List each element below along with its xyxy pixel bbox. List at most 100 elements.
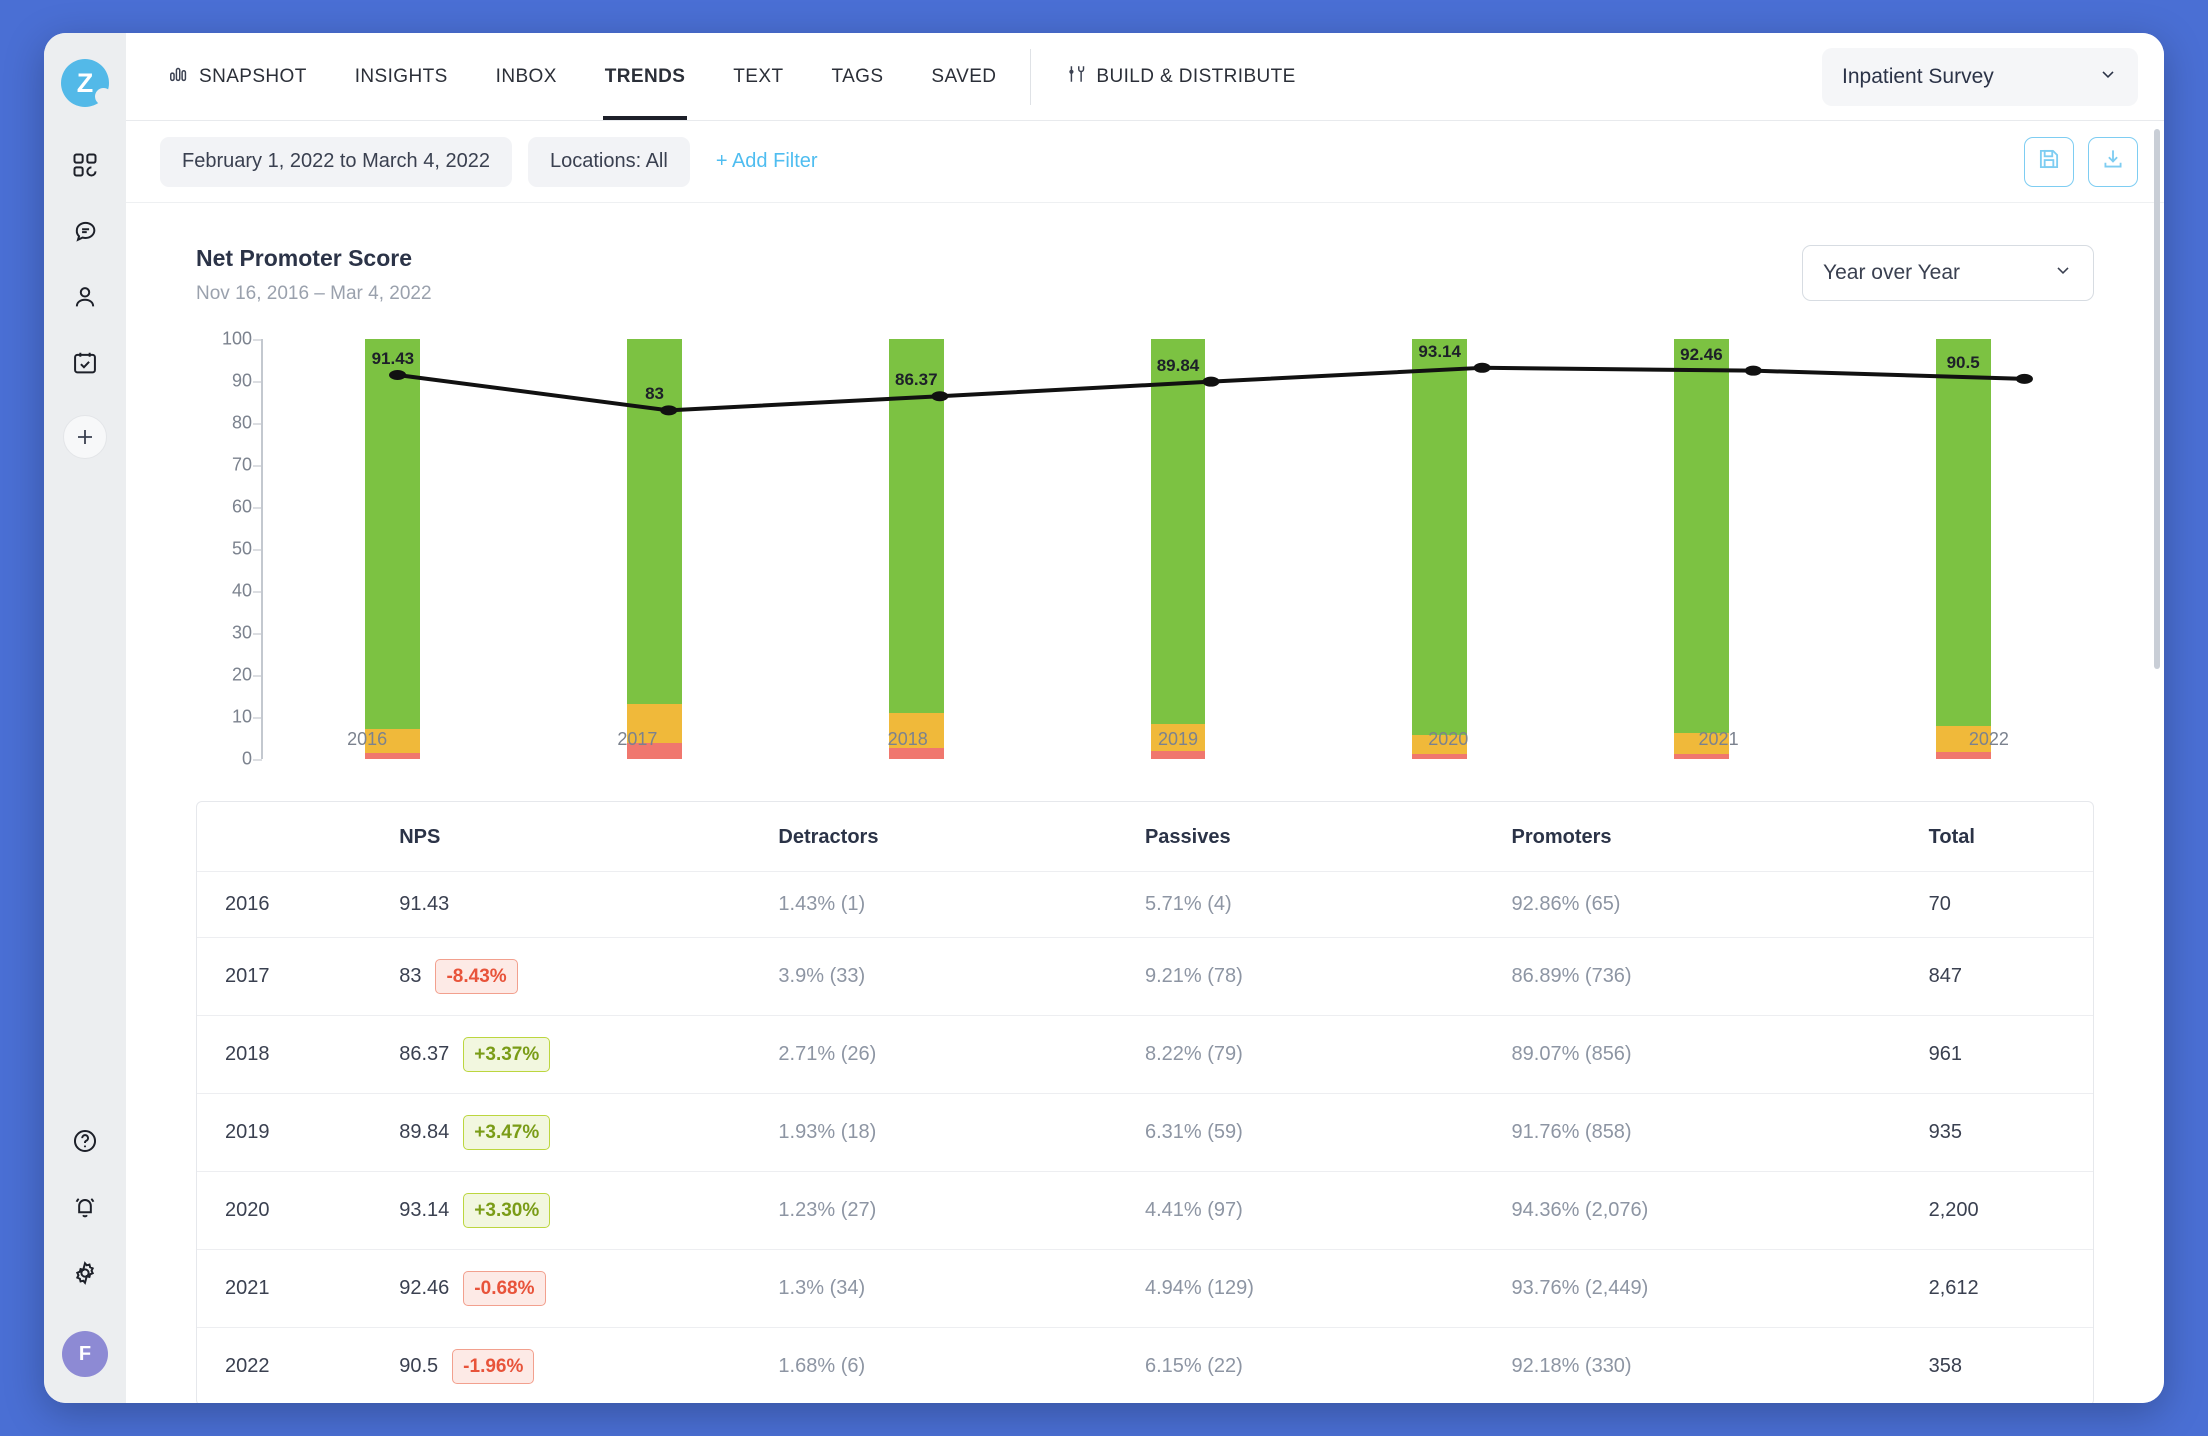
bar-column[interactable]: 89.84 <box>1150 339 1206 759</box>
promoter-segment <box>1673 339 1729 733</box>
tab-insights[interactable]: INSIGHTS <box>331 33 472 120</box>
x-axis-tick: 2016 <box>347 729 388 749</box>
sidebar-item-schedule[interactable] <box>59 339 111 391</box>
sidebar-item-dashboard[interactable] <box>59 141 111 193</box>
bar-chart-icon <box>168 63 190 91</box>
grouping-selector[interactable]: Year over Year <box>1802 245 2094 301</box>
table-row: 2018 86.37 +3.37% 2.71% (26) 8.22% (79) 89.07… <box>197 1015 2093 1094</box>
date-range-filter[interactable]: February 1, 2022 to March 4, 2022 <box>160 136 512 187</box>
conversations-icon <box>71 217 99 250</box>
promoter-segment <box>1935 339 1991 727</box>
nps-value: 91.43 <box>399 893 450 915</box>
bar-column[interactable]: 92.46 <box>1673 339 1729 759</box>
cell-passives: 9.21% (78) <box>1144 937 1512 1016</box>
scrollbar-thumb[interactable] <box>2154 129 2160 669</box>
nps-value: 89.84 <box>399 1121 450 1143</box>
x-axis-tick: 2019 <box>1157 729 1199 749</box>
app-logo-letter: Z <box>76 67 94 98</box>
download-icon <box>2100 146 2126 177</box>
save-button[interactable] <box>2024 136 2074 187</box>
cell-passives: 8.22% (79) <box>1144 1015 1512 1094</box>
bar-column[interactable]: 91.43 <box>365 339 421 759</box>
y-axis-tick: 80 <box>231 412 263 433</box>
column-header-year <box>197 802 399 872</box>
cell-total: 358 <box>1928 1327 2093 1403</box>
survey-selector-value: Inpatient Survey <box>1842 64 1994 88</box>
app-logo[interactable]: Z <box>61 59 112 107</box>
avatar[interactable]: F <box>62 1331 108 1377</box>
add-button[interactable] <box>63 415 107 459</box>
chart-container: 0 10 20 30 40 50 60 70 80 90 100 91.43 83 86.37 89.84… <box>166 305 2124 769</box>
cell-detractors: 2.71% (26) <box>778 1015 1145 1094</box>
x-axis: 2016 2017 2018 2019 2020 2021 2022 <box>232 729 2124 759</box>
sidebar-item-conversations[interactable] <box>59 207 111 259</box>
bar-column[interactable]: 93.14 <box>1412 339 1468 759</box>
stacked-bar[interactable] <box>1150 339 1206 759</box>
stacked-bar[interactable] <box>1935 339 1991 759</box>
tab-snapshot-label: SNAPSHOT <box>199 65 307 87</box>
chevron-down-icon <box>2098 64 2118 90</box>
tab-trends-label: TRENDS <box>604 65 686 87</box>
download-button[interactable] <box>2088 136 2138 187</box>
cell-year: 2017 <box>197 937 400 1016</box>
bar-value-label: 83 <box>645 384 665 404</box>
tab-snapshot[interactable]: SNAPSHOT <box>144 33 331 120</box>
column-header-promoters: Promoters <box>1511 826 1612 848</box>
sidebar-item-contacts[interactable] <box>59 273 111 325</box>
bar-column[interactable]: 86.37 <box>888 339 944 759</box>
tab-build-distribute[interactable]: BUILD & DISTRIBUTE <box>1041 33 1319 120</box>
cell-year: 2019 <box>197 1093 400 1172</box>
nps-value-group: 83 -8.43% <box>399 959 768 994</box>
table-row: 2019 89.84 +3.47% 1.93% (18) 6.31% (59) 91.76… <box>197 1093 2093 1172</box>
chart-title-group: Net Promoter Score Nov 16, 2016 – Mar 4,… <box>196 245 432 305</box>
sidebar-item-help[interactable] <box>59 1117 111 1169</box>
stacked-bar[interactable] <box>1673 339 1729 759</box>
bar-value-label: 86.37 <box>894 370 938 390</box>
cell-total: 847 <box>1928 937 2093 1016</box>
notifications-icon <box>71 1193 99 1226</box>
tab-inbox[interactable]: INBOX <box>472 33 581 120</box>
cell-promoters: 91.76% (858) <box>1511 1093 1929 1172</box>
x-axis-tick: 2021 <box>1698 729 1739 749</box>
stacked-bar[interactable] <box>888 339 944 759</box>
promoter-segment <box>1150 339 1206 725</box>
tab-saved[interactable]: SAVED <box>907 33 1020 120</box>
y-axis-tick: 30 <box>231 622 263 643</box>
x-axis-tick: 2018 <box>887 729 928 749</box>
status-badge: -1.96% <box>452 1349 535 1384</box>
cell-detractors: 1.3% (34) <box>778 1249 1145 1328</box>
tab-text-label: TEXT <box>733 65 784 87</box>
locations-filter[interactable]: Locations: All <box>527 136 690 187</box>
sidebar-item-notifications[interactable] <box>59 1183 111 1235</box>
survey-selector[interactable]: Inpatient Survey <box>1822 47 2138 106</box>
cell-passives: 6.15% (22) <box>1144 1327 1512 1403</box>
y-axis-tick: 50 <box>231 538 263 559</box>
bar-value-label: 89.84 <box>1156 355 1200 375</box>
tab-text[interactable]: TEXT <box>709 33 807 120</box>
cell-detractors: 1.23% (27) <box>778 1171 1145 1250</box>
cell-detractors: 1.93% (18) <box>778 1093 1145 1172</box>
scrollbar[interactable] <box>2154 129 2160 1333</box>
add-filter-button[interactable]: + Add Filter <box>706 150 828 173</box>
status-badge: -0.68% <box>463 1271 546 1306</box>
sidebar-item-settings[interactable] <box>59 1249 111 1301</box>
dashboard-icon <box>71 151 99 184</box>
cell-nps: 86.37 +3.37% <box>399 1015 779 1094</box>
cell-promoters: 93.76% (2,449) <box>1511 1249 1929 1328</box>
tab-trends[interactable]: TRENDS <box>581 33 710 120</box>
cell-nps: 93.14 +3.30% <box>399 1171 779 1250</box>
stacked-bar[interactable] <box>1412 339 1468 759</box>
nps-table: NPS Detractors Passives Promoters Total … <box>196 801 2094 1403</box>
table-row: 2021 92.46 -0.68% 1.3% (34) 4.94% (129) 93.76… <box>197 1249 2093 1328</box>
bar-column[interactable]: 90.5 <box>1935 339 1991 759</box>
tab-tags[interactable]: TAGS <box>807 33 907 120</box>
stacked-bar[interactable] <box>365 339 421 759</box>
table-header-row: NPS Detractors Passives Promoters Total <box>197 802 2093 872</box>
cell-promoters: 89.07% (856) <box>1511 1015 1929 1094</box>
nps-value-group: 93.14 +3.30% <box>399 1193 768 1228</box>
promoter-segment <box>1412 339 1468 736</box>
plus-icon <box>78 430 92 444</box>
cell-passives: 5.71% (4) <box>1144 871 1512 938</box>
settings-icon <box>71 1259 99 1292</box>
bar-column[interactable]: 83 <box>627 339 683 759</box>
